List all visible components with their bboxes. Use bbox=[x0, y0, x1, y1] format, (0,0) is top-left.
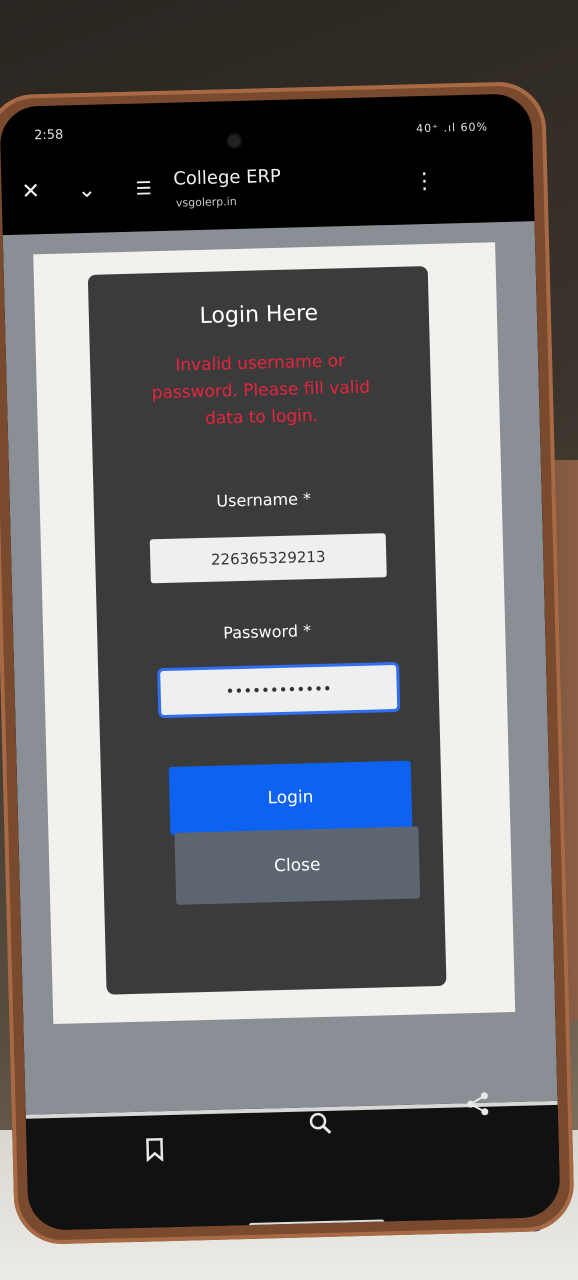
page-title: College ERP bbox=[173, 165, 282, 190]
username-field[interactable]: 226365329213 bbox=[149, 533, 387, 584]
password-label: Password * bbox=[223, 621, 312, 643]
password-field[interactable]: •••••••••••• bbox=[160, 664, 398, 716]
status-time: 2:58 bbox=[33, 127, 64, 144]
close-icon[interactable]: ✕ bbox=[21, 178, 40, 206]
browser-toolbar: ✕ ⌄ ☰ College ERP vsgolerp.in ⋮ bbox=[1, 155, 534, 229]
error-message: Invalid username or password. Please fil… bbox=[151, 351, 371, 429]
home-indicator[interactable] bbox=[248, 1219, 385, 1230]
phone-device: 2:58 40⁺ .ıl 60% ✕ ⌄ ☰ College ERP vsgol… bbox=[0, 80, 575, 1246]
page-settings-icon[interactable]: ☰ bbox=[135, 175, 152, 203]
close-button[interactable]: Close bbox=[174, 826, 421, 905]
modal-title: Login Here bbox=[199, 300, 319, 329]
login-button[interactable]: Login bbox=[168, 760, 413, 835]
more-vert-icon[interactable]: ⋮ bbox=[413, 168, 436, 197]
share-icon[interactable] bbox=[465, 1091, 490, 1124]
search-icon[interactable] bbox=[308, 1111, 333, 1142]
login-modal: Login Here Invalid username or password.… bbox=[87, 265, 447, 995]
username-label: Username * bbox=[216, 489, 312, 511]
page-url: vsgolerp.in bbox=[175, 194, 237, 210]
web-content: Login Here Invalid username or password.… bbox=[2, 221, 558, 1115]
status-indicators: 40⁺ .ıl 60% bbox=[416, 120, 489, 136]
bookmark-icon[interactable] bbox=[144, 1137, 165, 1168]
chevron-down-icon[interactable]: ⌄ bbox=[77, 177, 96, 205]
browser-bottom-bar bbox=[25, 1092, 561, 1231]
login-container: Login Here Invalid username or password.… bbox=[33, 242, 516, 1025]
phone-screen: 2:58 40⁺ .ıl 60% ✕ ⌄ ☰ College ERP vsgol… bbox=[0, 93, 561, 1231]
status-bar: 2:58 40⁺ .ıl 60% bbox=[0, 109, 532, 153]
